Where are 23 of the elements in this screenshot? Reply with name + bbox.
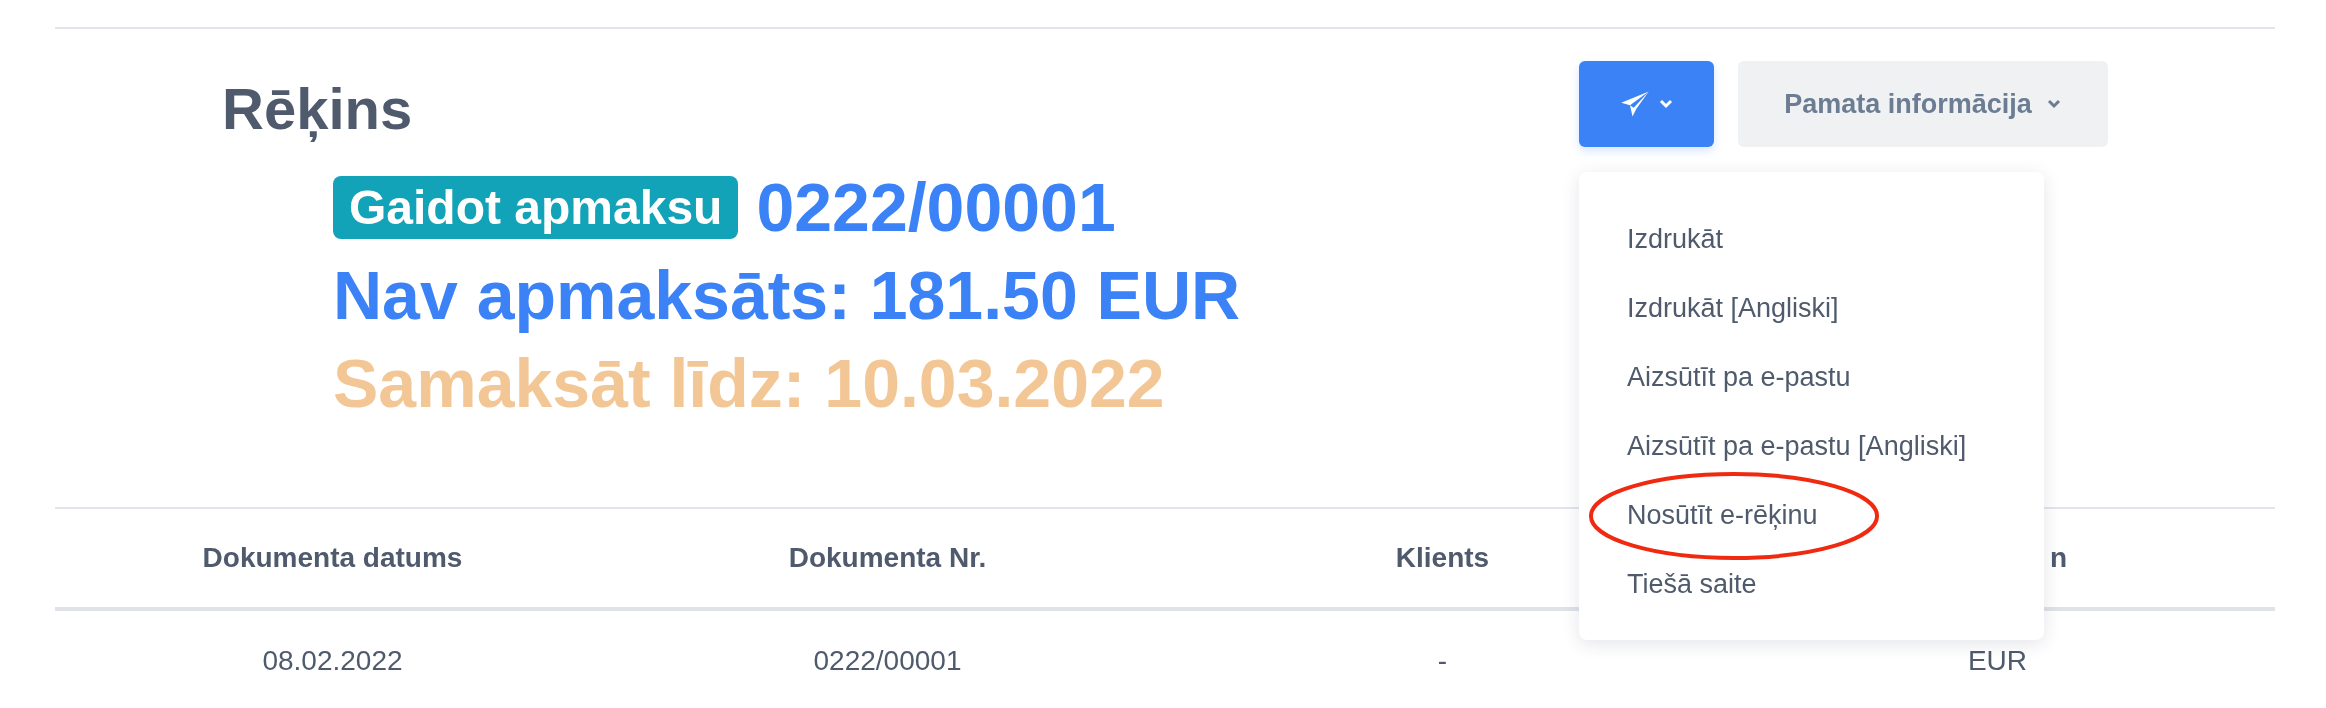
table-cell: 0222/00001	[813, 645, 962, 676]
column-header: Klients	[1395, 542, 1490, 573]
invoice-number: 0222/00001	[756, 168, 1116, 246]
paper-plane-icon	[1619, 90, 1650, 118]
chevron-down-icon	[2045, 98, 2062, 110]
info-dropdown-button[interactable]: Pamata informācija	[1738, 61, 2108, 147]
page-title: Rēķins	[222, 75, 414, 142]
due-date: Samaksāt līdz: 10.03.2022	[333, 344, 1166, 422]
column-header: Dokumenta datums	[202, 542, 463, 573]
table-cell: -	[1437, 645, 1448, 676]
menu-item[interactable]: Tiešā saite	[1627, 569, 1757, 600]
status-badge: Gaidot apmaksu	[333, 175, 739, 239]
menu-item[interactable]: Izdrukāt [Angliski]	[1627, 293, 1839, 324]
menu-item[interactable]: Aizsūtīt pa e-pastu [Angliski]	[1627, 431, 1967, 462]
send-button[interactable]	[1579, 61, 1714, 147]
menu-item[interactable]: Aizsūtīt pa e-pastu	[1627, 362, 1851, 393]
table-cell: 08.02.2022	[262, 645, 403, 676]
unpaid-amount: Nav apmaksāts: 181.50 EUR	[333, 256, 1241, 334]
chevron-down-icon	[1657, 98, 1674, 110]
column-header: Dokumenta Nr.	[788, 542, 987, 573]
menu-item[interactable]: Izdrukāt	[1627, 224, 1724, 255]
table-cell: EUR	[1967, 645, 2028, 676]
column-header: n	[2050, 542, 2068, 573]
